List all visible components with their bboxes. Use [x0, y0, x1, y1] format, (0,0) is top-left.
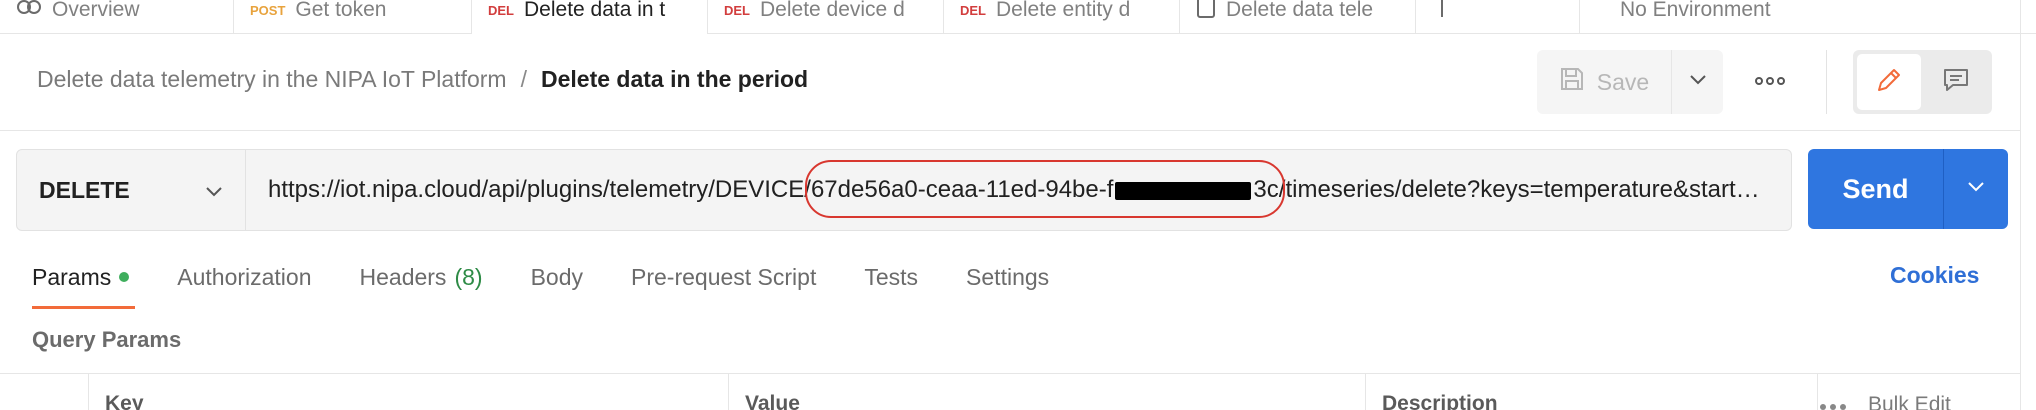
send-button[interactable]: Send [1808, 149, 1944, 229]
send-options-button[interactable] [1944, 149, 2008, 229]
new-tab-button[interactable] [1416, 0, 1580, 34]
redaction-bar [1115, 181, 1252, 200]
key-column-header: Key [88, 374, 728, 410]
breadcrumb-collection[interactable]: Delete data telemetry in the NIPA IoT Pl… [37, 66, 507, 93]
method-select[interactable]: DELETE [16, 149, 246, 231]
params-active-dot [119, 272, 130, 282]
device-id-annotation: 67de56a0-ceaa-11ed-94be-f 3c [804, 160, 1285, 218]
tab-params[interactable]: Params [32, 262, 136, 309]
collection-icon [1196, 0, 1216, 25]
header-divider [0, 130, 2020, 131]
tab-label: Delete device d [760, 0, 905, 21]
tab-label: Overview [52, 0, 140, 21]
tab-delete-entity-data[interactable]: DEL Delete entity d [944, 0, 1180, 34]
tab-authorization[interactable]: Authorization [177, 262, 311, 292]
query-params-title: Query Params [32, 327, 182, 352]
device-id-start: 67de56a0-ceaa-11ed-94be-f [810, 176, 1114, 203]
chevron-down-icon [1967, 180, 1985, 198]
save-label: Save [1596, 68, 1650, 95]
breadcrumb: Delete data telemetry in the NIPA IoT Pl… [37, 66, 808, 93]
tab-headers[interactable]: Headers (8) [360, 262, 483, 292]
environment-selector[interactable]: No Environment [1580, 0, 2020, 34]
send-button-group: Send [1808, 149, 2008, 229]
description-column-header: Description [1365, 374, 1817, 410]
save-button-group: Save [1537, 50, 1723, 114]
tab-label: Params [32, 263, 112, 290]
tab-delete-data-in-period[interactable]: DEL Delete data in t [472, 0, 708, 34]
headers-count: (8) [454, 263, 483, 290]
save-button[interactable]: Save [1537, 50, 1672, 114]
tab-body[interactable]: Body [531, 262, 583, 292]
url-prefix: https://iot.nipa.cloud/api/plugins/telem… [268, 176, 811, 203]
device-id-end: 3c [1253, 176, 1279, 203]
request-tab-strip: Overview POST Get token DEL Delete data … [0, 0, 2036, 34]
tab-label: Tests [864, 263, 919, 290]
pencil-icon [1874, 65, 1904, 100]
request-name[interactable]: Delete data in the period [541, 66, 808, 93]
breadcrumb-separator: / [520, 66, 527, 92]
more-actions-button[interactable] [1748, 64, 1792, 100]
tab-method: DEL [488, 2, 514, 18]
query-params-table-header: Key Value Description [0, 373, 2020, 410]
tab-label: Headers [359, 263, 447, 290]
overview-icon [16, 0, 42, 23]
tab-method: POST [250, 2, 286, 18]
tab-overview[interactable]: Overview [0, 0, 234, 34]
method-value: DELETE [39, 176, 130, 203]
url-input[interactable]: https://iot.nipa.cloud/api/plugins/telem… [246, 149, 1792, 231]
comments-button[interactable] [1925, 54, 1989, 110]
tab-delete-data-telemetry[interactable]: Delete data tele [1180, 0, 1416, 34]
more-horizontal-icon[interactable] [1820, 393, 1846, 410]
tab-label: Delete data tele [1226, 0, 1374, 21]
save-icon [1559, 66, 1585, 98]
tab-pre-request-script[interactable]: Pre-request Script [631, 262, 816, 292]
request-subtabs: Params Authorization Headers (8) Body Pr… [32, 262, 1097, 312]
tab-settings[interactable]: Settings [966, 262, 1049, 292]
tab-method: DEL [960, 2, 986, 18]
tab-label: Pre-request Script [631, 263, 817, 290]
view-mode-toggle [1853, 50, 1992, 114]
cookies-link[interactable]: Cookies [1890, 262, 1979, 292]
chevron-down-icon [205, 177, 223, 204]
tab-tests[interactable]: Tests [864, 262, 918, 292]
bulk-edit-button[interactable]: Bulk Edit [1868, 393, 1951, 410]
comment-icon [1941, 65, 1971, 100]
tab-label: Get token [295, 0, 387, 21]
checkbox-column-header [0, 374, 88, 410]
tab-label: Delete entity d [996, 0, 1131, 21]
save-options-button[interactable] [1672, 50, 1723, 114]
bulk-edit-controls: Bulk Edit [1820, 393, 1951, 410]
plus-icon [1432, 0, 1452, 25]
tab-label: Delete data in t [524, 0, 666, 21]
tab-label: Authorization [177, 263, 312, 290]
more-horizontal-icon [1755, 73, 1785, 91]
tab-delete-device-data[interactable]: DEL Delete device d [708, 0, 944, 34]
panel-right-border [2020, 0, 2021, 410]
tab-label: Body [530, 263, 583, 290]
edit-mode-button[interactable] [1857, 54, 1921, 110]
tab-method: DEL [724, 2, 750, 18]
tab-get-token[interactable]: POST Get token [234, 0, 472, 34]
chevron-down-icon [1689, 73, 1707, 91]
url-suffix: /timeseries/delete?keys=temperature&star… [1278, 176, 1771, 203]
value-column-header: Value [728, 374, 1365, 410]
tab-label: Settings [966, 263, 1050, 290]
environment-label: No Environment [1620, 0, 1771, 21]
toolbar-divider [1826, 50, 1827, 114]
